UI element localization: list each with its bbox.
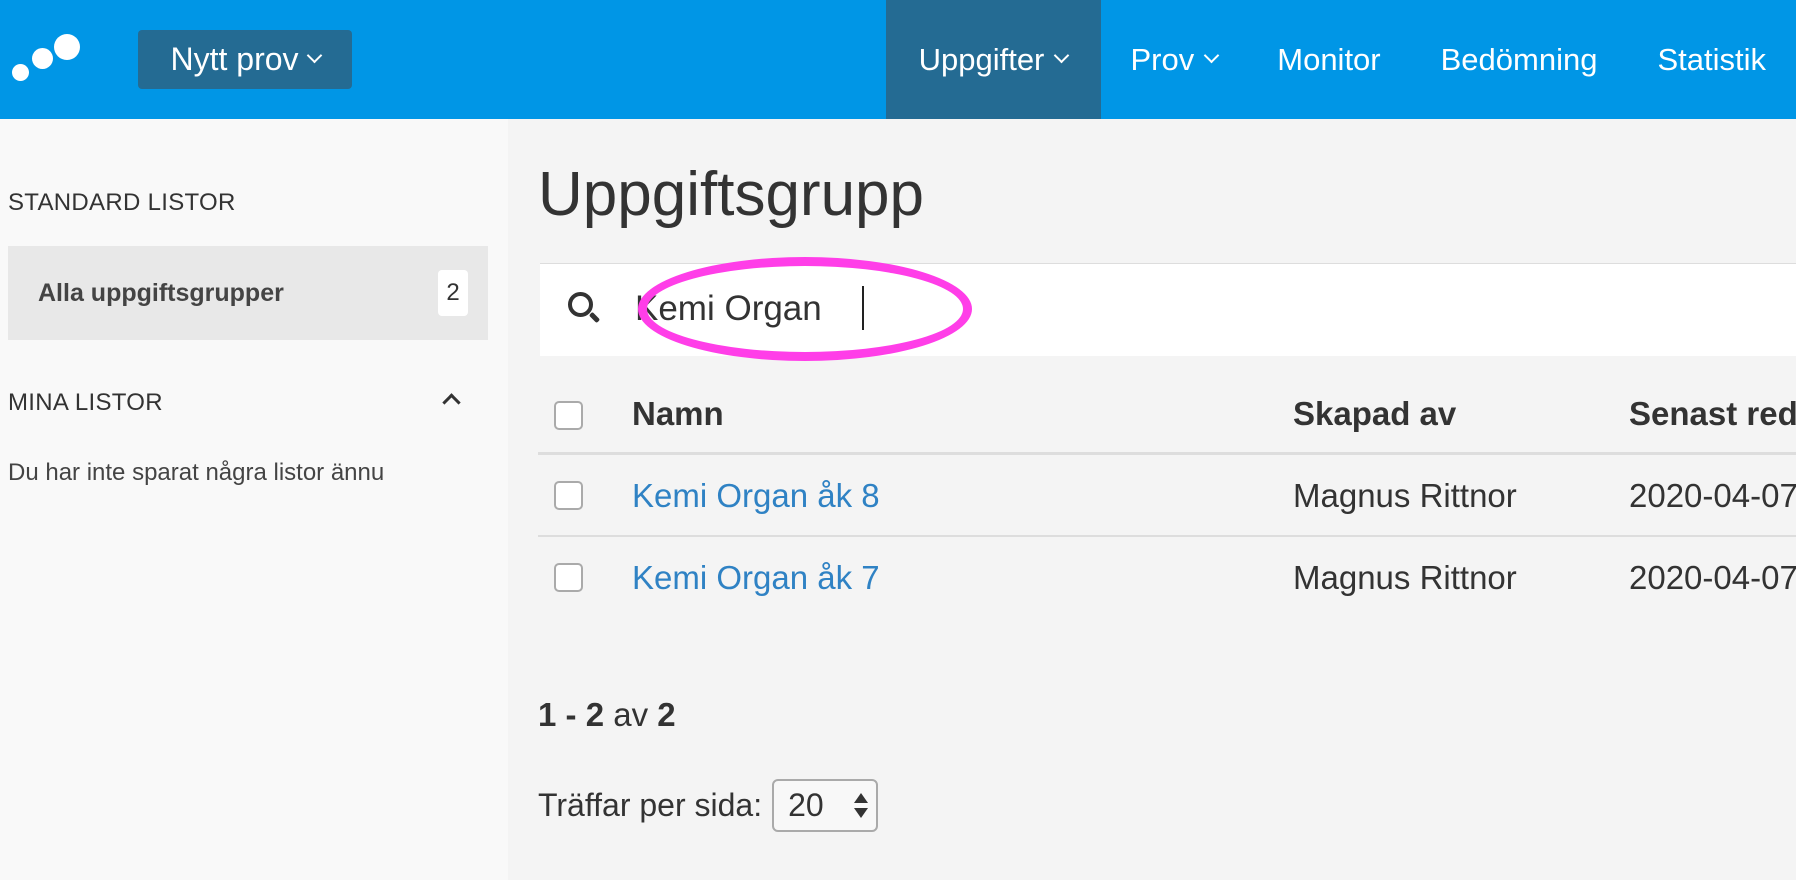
search-input[interactable]: [635, 278, 1235, 340]
standard-lists-heading: STANDARD LISTOR: [8, 189, 236, 216]
nav-bedomning-label: Bedömning: [1440, 41, 1598, 77]
text-cursor: [862, 286, 864, 330]
top-navigation-bar: Nytt prov Uppgifter Prov Monitor Bedömni…: [0, 0, 1796, 119]
nav-monitor[interactable]: Monitor: [1247, 0, 1410, 119]
nav-statistik-label: Statistik: [1657, 41, 1766, 77]
date-cell: 2020-04-07: [1629, 477, 1796, 514]
task-group-link[interactable]: Kemi Organ åk 7: [632, 559, 880, 597]
table-row: Kemi Organ åk 7 Magnus Rittnor 2020-04-0…: [538, 537, 1796, 619]
search-bar: [540, 257, 1796, 361]
select-all-checkbox[interactable]: [554, 401, 583, 430]
nav-statistik[interactable]: Statistik: [1627, 0, 1796, 119]
my-lists-heading: MINA LISTOR: [8, 389, 163, 416]
sidebar-item-label: Alla uppgiftsgrupper: [38, 278, 284, 307]
row-checkbox[interactable]: [554, 481, 583, 510]
task-group-table: Namn Skapad av Senast red Kemi Organ åk …: [538, 377, 1796, 619]
of-label: av: [613, 696, 649, 733]
range-from: 1: [538, 696, 557, 733]
page-title: Uppgiftsgrupp: [538, 160, 925, 229]
range-sep: -: [565, 696, 577, 733]
chevron-up-icon[interactable]: [440, 389, 464, 413]
column-header-name[interactable]: Namn: [632, 395, 724, 433]
task-group-link[interactable]: Kemi Organ åk 8: [632, 477, 880, 515]
total-count: 2: [657, 696, 676, 733]
per-page-control: Träffar per sida: 20: [538, 779, 879, 832]
per-page-select[interactable]: 20: [772, 779, 879, 832]
table-header-row: Namn Skapad av Senast red: [538, 377, 1796, 455]
range-to: 2: [585, 696, 605, 733]
chevron-down-icon: [306, 47, 322, 64]
main-nav: Uppgifter Prov Monitor Bedömning Statist…: [885, 0, 1796, 119]
chevron-down-icon: [1054, 47, 1070, 64]
column-header-last-edited[interactable]: Senast red: [1629, 395, 1796, 433]
created-by-cell: Magnus Rittnor: [1293, 559, 1517, 596]
nav-monitor-label: Monitor: [1277, 41, 1381, 77]
sidebar: STANDARD LISTOR Alla uppgiftsgrupper 2 M…: [0, 119, 508, 880]
column-header-created-by[interactable]: Skapad av: [1293, 395, 1456, 433]
new-exam-button[interactable]: Nytt prov: [138, 30, 352, 89]
pagination-summary: 1 - 2 av 2: [538, 696, 676, 734]
nav-bedomning[interactable]: Bedömning: [1411, 0, 1628, 119]
count-badge: 2: [438, 270, 468, 316]
created-by-cell: Magnus Rittnor: [1293, 477, 1517, 514]
main-content: Uppgiftsgrupp Namn Skapad av Senast red …: [508, 119, 1796, 880]
date-cell: 2020-04-07: [1629, 559, 1796, 596]
chevron-down-icon: [1203, 47, 1220, 64]
per-page-value: 20: [788, 787, 824, 823]
nav-prov-label: Prov: [1130, 41, 1195, 77]
select-arrows-icon: [854, 793, 869, 819]
empty-lists-text: Du har inte sparat några listor ännu: [8, 459, 385, 486]
row-checkbox[interactable]: [554, 563, 583, 592]
nav-uppgifter[interactable]: Uppgifter: [885, 0, 1101, 119]
nav-uppgifter-label: Uppgifter: [918, 41, 1045, 77]
nav-prov[interactable]: Prov: [1101, 0, 1248, 119]
sidebar-item-all-task-groups[interactable]: Alla uppgiftsgrupper 2: [8, 246, 488, 340]
new-exam-label: Nytt prov: [170, 41, 299, 77]
dots-logo-icon[interactable]: [10, 34, 82, 86]
per-page-label: Träffar per sida:: [538, 787, 763, 823]
search-icon: [568, 292, 602, 326]
table-row: Kemi Organ åk 8 Magnus Rittnor 2020-04-0…: [538, 455, 1796, 537]
